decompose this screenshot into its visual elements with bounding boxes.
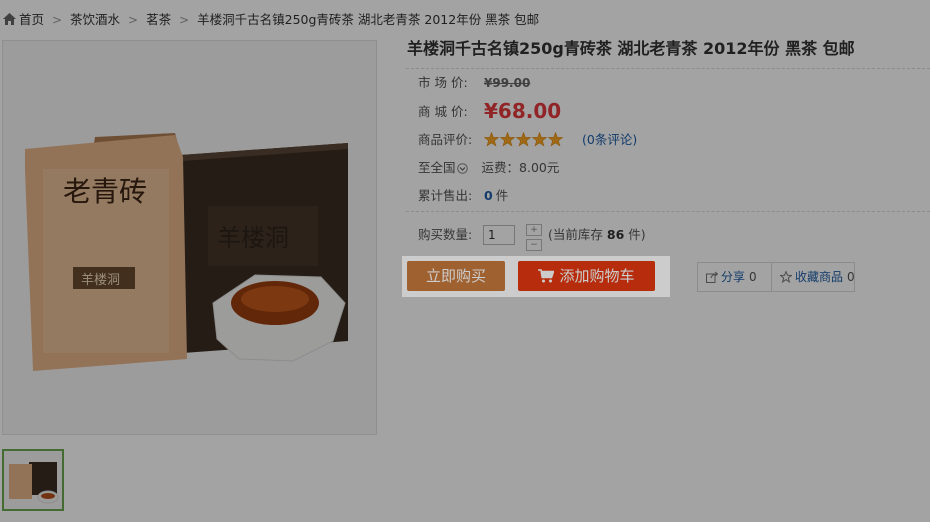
add-to-cart-button[interactable]: 添加购物车 [518,261,655,291]
star-icon [484,132,563,147]
title-divider [406,68,930,69]
tea-box: 老青砖 羊楼洞 [25,133,187,371]
product-title: 羊楼洞千古名镇250g青砖茶 湖北老青茶 2012年份 黑茶 包邮 [407,39,855,58]
market-price-label: 市 场 价: [418,75,468,90]
shipping-row: 至全国 运费：8.00元 [418,157,559,179]
buy-now-button[interactable]: 立即购买 [407,261,505,291]
sold-unit: 件 [495,188,509,203]
product-thumbnail[interactable] [2,449,64,511]
shop-price-row: 商 城 价: ¥68.00 [418,100,561,122]
tea-product-illustration: 羊楼洞 老青砖 羊楼洞 [3,41,376,434]
stock-prefix: (当前库存 [548,227,603,242]
box-label-text: 羊楼洞 [81,272,120,288]
quantity-label: 购买数量: [418,227,473,242]
chevron-right-icon: > [179,13,190,27]
sold-count: 0 [484,188,493,203]
share-count: 0 [749,270,757,284]
sold-row: 累计售出: 0 件 [418,185,508,207]
breadcrumb-home[interactable]: 首页 [3,10,44,30]
quantity-increase-button[interactable]: + [526,224,542,236]
dropdown-icon [456,163,468,174]
quantity-divider [406,211,930,212]
shop-price-label: 商 城 价: [418,104,468,119]
share-favorite-box: 分享 0 收藏商品 0 [697,262,855,292]
chevron-right-icon: > [52,13,63,27]
home-icon [3,13,16,25]
breadcrumb-item-category[interactable]: 茶饮酒水 [70,10,120,30]
shop-price-value: ¥68.00 [484,99,562,123]
shipping-region-select[interactable]: 至全国 [418,157,468,179]
share-label: 分享 [721,270,746,284]
sold-label: 累计售出: [418,188,473,203]
favorite-button[interactable]: 收藏商品 0 [771,263,855,291]
shipping-fee: 运费：8.00元 [481,160,560,175]
rating-row: 商品评价: (0条评论) [418,129,637,151]
breadcrumb-item-subcategory[interactable]: 茗茶 [146,10,171,30]
product-page: 首页 > 茶饮酒水 > 茗茶 > 羊楼洞千古名镇250g青砖茶 湖北老青茶 20… [0,0,930,522]
share-button[interactable]: 分享 0 [706,263,757,291]
breadcrumb-item-current: 羊楼洞千古名镇250g青砖茶 湖北老青茶 2012年份 黑茶 包邮 [197,12,540,27]
add-to-cart-label: 添加购物车 [559,267,635,285]
review-link[interactable]: (0条评论) [582,132,637,147]
breadcrumb: 首页 > 茶饮酒水 > 茗茶 > 羊楼洞千古名镇250g青砖茶 湖北老青茶 20… [3,10,539,30]
share-icon [706,271,718,283]
favorite-label: 收藏商品 [795,270,844,284]
chevron-right-icon: > [128,13,139,27]
star-outline-icon [780,271,792,283]
brick-embossed-text: 羊楼洞 [217,224,289,252]
stock-info: (当前库存 86 件) [548,224,646,246]
thumbnail-illustration [4,451,62,509]
cart-icon [538,269,555,283]
rating-stars [484,132,564,154]
quantity-input[interactable] [483,225,515,245]
market-price-row: 市 场 价: ¥99.00 [418,72,530,94]
box-brand-text: 老青砖 [63,175,147,208]
shipping-region-label: 至全国 [418,160,456,175]
stock-suffix: 件) [628,227,646,242]
breadcrumb-home-label: 首页 [19,12,45,27]
favorite-count: 0 [847,270,855,284]
stock-count: 86 [606,227,625,242]
rating-label: 商品评价: [418,132,473,147]
quantity-decrease-button[interactable]: − [526,239,542,251]
market-price-value: ¥99.00 [484,76,531,90]
product-main-image[interactable]: 羊楼洞 老青砖 羊楼洞 [2,40,377,435]
